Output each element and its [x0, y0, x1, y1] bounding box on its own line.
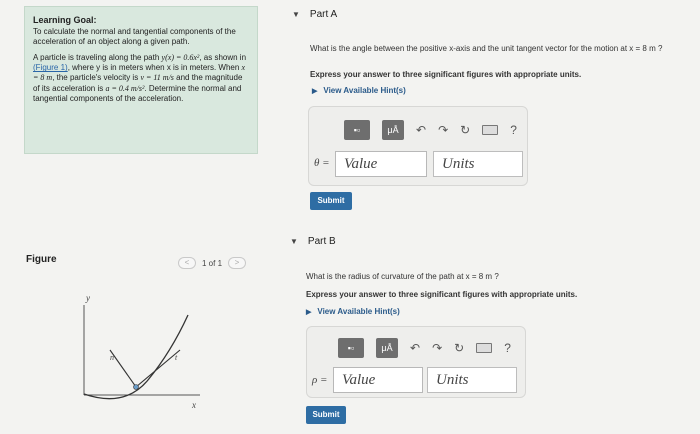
part-b-hints-label[interactable]: View Available Hint(s): [317, 307, 399, 316]
part-b-hints[interactable]: ▶ View Available Hint(s): [306, 307, 400, 316]
figure-prev-button[interactable]: <: [178, 257, 196, 269]
part-a-value-input[interactable]: Value: [335, 151, 427, 177]
part-a-hints-label[interactable]: View Available Hint(s): [323, 86, 405, 95]
path-equation: y(x) = 0.6x²: [161, 52, 200, 62]
reset-icon[interactable]: ↻: [460, 123, 470, 137]
figure-pager: < 1 of 1 >: [178, 257, 247, 269]
keyboard-icon[interactable]: [482, 125, 499, 135]
templates-button[interactable]: ▪▫: [338, 338, 364, 358]
figure-link[interactable]: (Figure 1): [33, 63, 68, 72]
part-a-hints[interactable]: ▶ View Available Hint(s): [312, 86, 406, 95]
part-b-instruction: Express your answer to three significant…: [306, 290, 578, 299]
undo-icon[interactable]: ↶: [410, 341, 420, 355]
figure-page-count: 1 of 1: [202, 258, 223, 268]
collapse-triangle-icon[interactable]: ▼: [292, 10, 300, 19]
part-a-title: Part A: [309, 9, 338, 20]
part-b-header[interactable]: ▼ Part B: [290, 236, 336, 247]
tangent-line: [135, 349, 181, 388]
redo-icon[interactable]: ↷: [438, 123, 448, 137]
units-button[interactable]: μÅ: [382, 120, 404, 140]
part-b-submit-button[interactable]: Submit: [306, 406, 346, 424]
problem-statement: A particle is traveling along the path y…: [33, 52, 247, 103]
collapse-triangle-icon[interactable]: ▼: [290, 237, 298, 246]
part-a-submit-button[interactable]: Submit: [310, 192, 352, 210]
acceleration-value: a = 0.4 m/s²: [105, 83, 145, 93]
units-button[interactable]: μÅ: [376, 338, 398, 358]
rho-label: ρ =: [312, 374, 328, 386]
velocity-value: v = 11 m/s: [140, 73, 174, 83]
redo-icon[interactable]: ↷: [432, 341, 442, 355]
tangent-label: t: [175, 353, 178, 362]
learning-goal-panel: Learning Goal: To calculate the normal a…: [24, 6, 258, 154]
part-a-toolbar: ▪▫ μÅ ↶ ↷ ↻ ?: [344, 120, 517, 140]
part-b-toolbar: ▪▫ μÅ ↶ ↷ ↻ ?: [338, 338, 511, 358]
figure-label: Figure: [26, 254, 57, 265]
part-a-question: What is the angle between the positive x…: [310, 44, 663, 53]
y-axis-label: y: [85, 293, 90, 303]
particle-point: [133, 384, 139, 390]
path-figure: y x n t: [83, 293, 200, 410]
keyboard-icon[interactable]: [476, 343, 493, 353]
help-icon[interactable]: ?: [504, 341, 511, 355]
learning-goal-text: To calculate the normal and tangential c…: [33, 26, 236, 46]
part-b-value-input[interactable]: Value: [333, 367, 423, 393]
part-a-instruction: Express your answer to three significant…: [310, 70, 582, 79]
figure-next-button[interactable]: >: [228, 257, 247, 269]
expand-arrow-icon: ▶: [306, 308, 312, 316]
x-axis-label: x: [191, 400, 196, 410]
theta-label: θ =: [314, 157, 330, 169]
part-b-title: Part B: [307, 236, 336, 247]
part-a-header[interactable]: ▼ Part A: [292, 9, 337, 20]
part-a-units-input[interactable]: Units: [433, 151, 523, 177]
undo-icon[interactable]: ↶: [416, 123, 426, 137]
reset-icon[interactable]: ↻: [454, 341, 464, 355]
expand-arrow-icon: ▶: [312, 87, 318, 95]
part-b-question: What is the radius of curvature of the p…: [306, 272, 499, 281]
learning-goal-title: Learning Goal:: [33, 15, 97, 25]
part-b-units-input[interactable]: Units: [427, 367, 517, 393]
templates-button[interactable]: ▪▫: [344, 120, 370, 140]
normal-label: n: [110, 353, 114, 362]
help-icon[interactable]: ?: [510, 123, 517, 137]
